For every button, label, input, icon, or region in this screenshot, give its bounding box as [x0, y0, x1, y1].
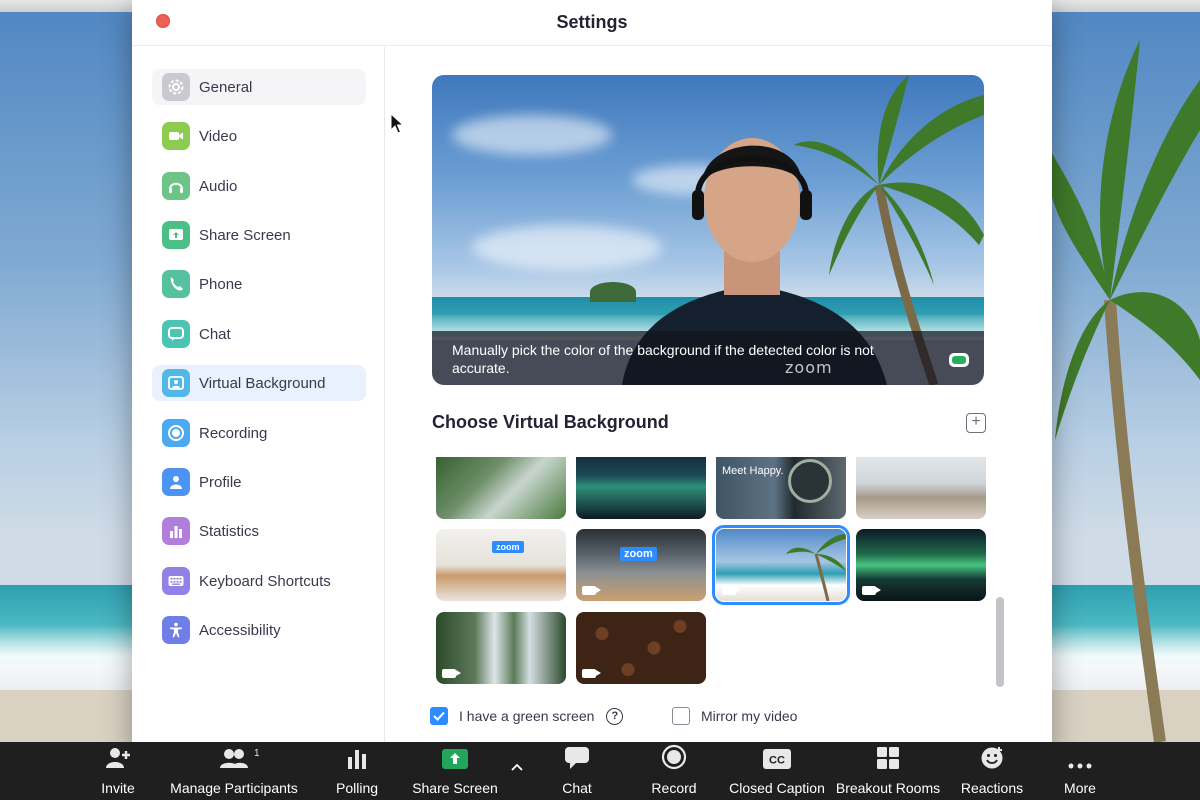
- background-thumbnail-grid: Meet Happy. zoom zoom: [432, 457, 1008, 689]
- chat-bubble-icon: [162, 320, 190, 348]
- sidebar-item-label: Statistics: [199, 522, 260, 540]
- scrollbar-thumb[interactable]: [996, 597, 1004, 687]
- add-background-button[interactable]: +: [966, 413, 986, 433]
- palm-tree-image: [1050, 40, 1200, 742]
- headphones-icon: [162, 172, 190, 200]
- background-thumbnail-meet-happy[interactable]: Meet Happy.: [716, 457, 846, 519]
- sidebar-item-audio[interactable]: Audio: [152, 168, 366, 204]
- settings-dialog: Settings General Video Audio Share Screen Ph…: [132, 0, 1052, 755]
- add-user-icon: [105, 742, 131, 772]
- virtual-background-icon: [162, 369, 190, 397]
- phone-icon: [162, 270, 190, 298]
- chevron-up-icon[interactable]: [510, 762, 524, 772]
- profile-icon: [162, 468, 190, 496]
- background-thumbnail-beach[interactable]: [712, 525, 850, 605]
- participant-count-badge: 1: [254, 748, 260, 759]
- polling-icon: [346, 742, 368, 772]
- sidebar-item-label: Keyboard Shortcuts: [199, 572, 331, 590]
- participants-icon: [219, 742, 249, 772]
- statistics-icon: [162, 517, 190, 545]
- background-thumbnail-reception[interactable]: zoom: [436, 529, 566, 601]
- background-thumbnail-green-aurora[interactable]: [856, 529, 986, 601]
- meeting-toolbar: Invite 1 Manage Participants Polling Share S…: [0, 742, 1200, 800]
- toolbar-manage-participants-button[interactable]: 1 Manage Participants: [164, 742, 304, 800]
- more-dots-icon: [1067, 742, 1093, 772]
- sidebar-item-keyboard-shortcuts[interactable]: Keyboard Shortcuts: [152, 563, 366, 599]
- toolbar-more-button[interactable]: More: [1010, 742, 1150, 800]
- meet-happy-text: Meet Happy.: [722, 465, 784, 477]
- background-thumbnail-coffee-beans[interactable]: [576, 612, 706, 684]
- sidebar-item-label: Recording: [199, 424, 268, 442]
- keyboard-icon: [162, 567, 190, 595]
- green-screen-option[interactable]: I have a green screen ?: [430, 707, 624, 725]
- background-thumbnail-greenhouse[interactable]: [436, 457, 566, 519]
- background-thumbnail-office-lounge[interactable]: [856, 457, 986, 519]
- green-screen-label: I have a green screen: [459, 708, 595, 724]
- sidebar-item-label: Audio: [199, 177, 238, 195]
- choose-virtual-background-heading: Choose Virtual Background: [432, 412, 669, 432]
- sidebar-item-label: Virtual Background: [199, 374, 326, 392]
- toolbar-label: Polling: [335, 780, 379, 796]
- sidebar-item-label: Profile: [199, 473, 242, 491]
- mirror-video-checkbox[interactable]: [672, 707, 690, 725]
- reactions-icon: [980, 742, 1004, 772]
- mirror-video-option[interactable]: Mirror my video: [672, 707, 797, 725]
- checkmark-icon: [433, 711, 445, 721]
- sidebar-item-label: General: [199, 78, 253, 96]
- toolbar-label: Share Screen: [412, 780, 498, 796]
- toolbar-label: More: [1064, 780, 1096, 796]
- breakout-rooms-icon: [876, 742, 900, 772]
- sidebar-item-video[interactable]: Video: [152, 118, 366, 154]
- sidebar-item-label: Accessibility: [199, 621, 281, 639]
- chat-bubble-icon: [564, 742, 590, 772]
- sidebar-item-phone[interactable]: Phone: [152, 266, 366, 302]
- color-picker-toggle[interactable]: [949, 353, 969, 367]
- toolbar-label: Record: [651, 780, 697, 796]
- toolbar-label: Manage Participants: [170, 780, 298, 796]
- sidebar-item-label: Video: [199, 127, 238, 145]
- sidebar-item-accessibility[interactable]: Accessibility: [152, 612, 366, 648]
- dialog-title: Settings: [556, 12, 628, 32]
- sidebar-item-recording[interactable]: Recording: [152, 415, 366, 451]
- background-thumbnail-waterfall[interactable]: [436, 612, 566, 684]
- green-screen-checkbox[interactable]: [430, 707, 448, 725]
- video-preview: Manually pick the color of the backgroun…: [432, 75, 984, 385]
- toolbar-share-screen-button[interactable]: Share Screen: [385, 742, 525, 800]
- video-camera-icon: [162, 122, 190, 150]
- background-thumbnail-aurora-lake[interactable]: [576, 457, 706, 519]
- record-icon: [661, 742, 687, 772]
- settings-sidebar: General Video Audio Share Screen Phone Chat Vi…: [132, 47, 385, 755]
- toolbar-label: Closed Caption: [729, 780, 825, 796]
- sidebar-item-share-screen[interactable]: Share Screen: [152, 217, 366, 253]
- gear-icon: [162, 73, 190, 101]
- mirror-video-label: Mirror my video: [701, 708, 798, 724]
- title-bar: Settings: [132, 0, 1052, 46]
- sidebar-item-virtual-background[interactable]: Virtual Background: [152, 365, 366, 401]
- sidebar-item-profile[interactable]: Profile: [152, 464, 366, 500]
- mouse-cursor-icon: [390, 113, 404, 134]
- thumbnail-scrollbar[interactable]: [996, 457, 1004, 689]
- sidebar-item-chat[interactable]: Chat: [152, 316, 366, 352]
- preview-caption: Manually pick the color of the backgroun…: [432, 331, 984, 385]
- svg-text:CC: CC: [769, 755, 785, 767]
- share-screen-icon: [441, 742, 469, 772]
- share-screen-icon: [162, 221, 190, 249]
- record-icon: [162, 419, 190, 447]
- sidebar-item-statistics[interactable]: Statistics: [152, 513, 366, 549]
- sidebar-item-label: Share Screen: [199, 226, 291, 244]
- help-icon[interactable]: ?: [606, 707, 624, 725]
- sidebar-item-label: Phone: [199, 275, 243, 293]
- virtual-background-panel: Manually pick the color of the backgroun…: [386, 47, 1052, 755]
- toolbar-label: Invite: [101, 780, 135, 796]
- sidebar-item-general[interactable]: General: [152, 69, 366, 105]
- toolbar-label: Chat: [562, 780, 592, 796]
- accessibility-icon: [162, 616, 190, 644]
- background-thumbnail-office-entrance[interactable]: zoom: [576, 529, 706, 601]
- sidebar-item-label: Chat: [199, 325, 231, 343]
- closed-caption-icon: CC: [762, 742, 792, 772]
- zoom-watermark: zoom: [785, 358, 833, 377]
